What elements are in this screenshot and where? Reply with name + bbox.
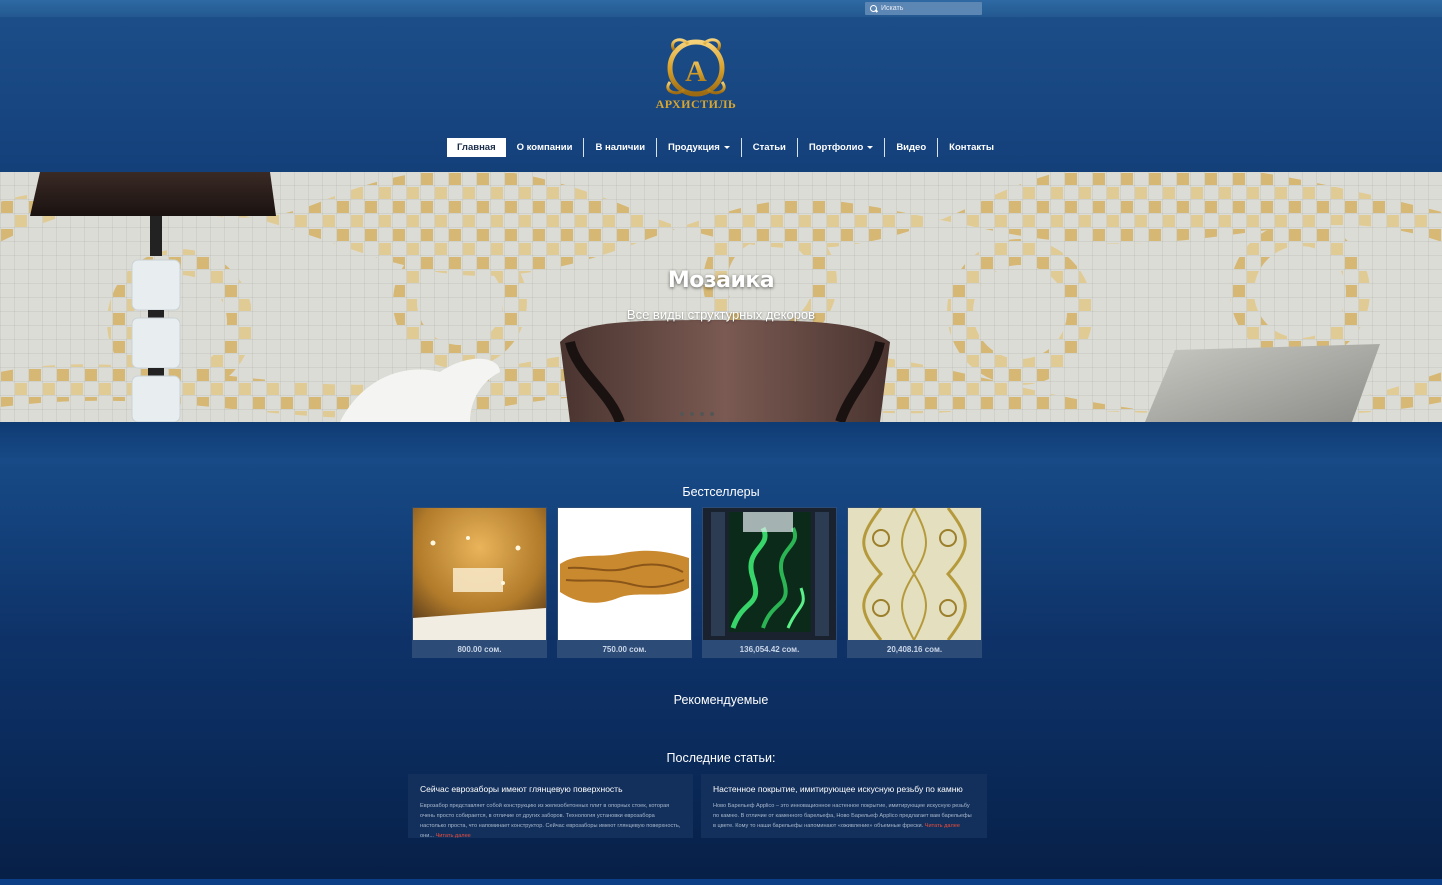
footer-bar <box>0 879 1442 885</box>
main-nav: Главная О компании В наличии Продукция С… <box>447 138 1005 157</box>
search-box[interactable] <box>865 2 982 15</box>
article-excerpt: Еврозабор представляет собой конструкцию… <box>420 801 681 841</box>
site-logo[interactable]: А АРХИСТИЛЬ <box>648 36 744 114</box>
slider-dot[interactable] <box>690 412 694 416</box>
chevron-down-icon <box>723 145 730 149</box>
nav-item-portfolio[interactable]: Портфолио <box>798 138 884 157</box>
nav-item-products-label: Продукция <box>668 142 720 153</box>
slider-pagination <box>680 412 714 416</box>
article-title[interactable]: Сейчас еврозаборы имеют глянцевую поверх… <box>420 784 681 794</box>
search-icon[interactable] <box>870 4 878 13</box>
product-price: 800.00 сом. <box>457 645 502 654</box>
article-card: Настенное покрытие, имитирующее искусную… <box>701 774 987 838</box>
product-image[interactable] <box>848 508 981 640</box>
product-image[interactable] <box>558 508 691 640</box>
product-image[interactable] <box>703 508 836 640</box>
hero-image <box>0 172 1442 422</box>
nav-item-contacts[interactable]: Контакты <box>938 138 1005 157</box>
product-card[interactable]: 136,054.42 сом. <box>702 507 837 658</box>
product-price: 136,054.42 сом. <box>739 645 800 654</box>
slider-dot[interactable] <box>700 412 704 416</box>
logo-emblem-icon: А <box>666 38 726 97</box>
article-title[interactable]: Настенное покрытие, имитирующее искусную… <box>713 784 975 794</box>
product-card[interactable]: 20,408.16 сом. <box>847 507 982 658</box>
nav-item-articles[interactable]: Статьи <box>742 138 797 157</box>
read-more-link[interactable]: Читать далее <box>925 823 960 829</box>
slider-dot[interactable] <box>710 412 714 416</box>
product-card[interactable]: 750.00 сом. <box>557 507 692 658</box>
bestsellers-heading: Бестселлеры <box>682 485 760 499</box>
hero-title: Мозаика <box>667 268 775 293</box>
slider-dot[interactable] <box>680 412 684 416</box>
nav-item-portfolio-label: Портфолио <box>808 142 864 153</box>
top-bar <box>0 0 1442 17</box>
article-excerpt: Ново Барельеф Applico – это инновационно… <box>713 801 975 831</box>
nav-item-products[interactable]: Продукция <box>657 138 741 157</box>
read-more-link[interactable]: Читать далее <box>436 833 471 839</box>
recommended-heading: Рекомендуемые <box>673 693 769 707</box>
nav-item-about[interactable]: О компании <box>506 138 584 157</box>
hero-slider[interactable]: Мозаика Все виды структурных декоров <box>0 172 1442 422</box>
articles-heading: Последние статьи: <box>666 751 776 765</box>
article-card: Сейчас еврозаборы имеют глянцевую поверх… <box>408 774 693 841</box>
product-price: 20,408.16 сом. <box>886 645 943 654</box>
chevron-down-icon <box>867 145 874 149</box>
nav-item-home[interactable]: Главная <box>447 138 506 157</box>
logo-letter: А <box>685 55 707 88</box>
nav-item-in-stock[interactable]: В наличии <box>584 138 656 157</box>
product-card[interactable]: 800.00 сом. <box>412 507 547 658</box>
logo-brand-name: АРХИСТИЛЬ <box>655 97 737 111</box>
search-input[interactable] <box>881 5 976 12</box>
articles-list: Сейчас еврозаборы имеют глянцевую поверх… <box>408 774 987 841</box>
product-image[interactable] <box>413 508 546 640</box>
bestsellers-list: 800.00 сом. 750.00 сом. 136,054.42 сом. … <box>412 507 982 658</box>
hero-subtitle: Все виды структурных декоров <box>626 307 816 322</box>
nav-item-video[interactable]: Видео <box>885 138 937 157</box>
product-price: 750.00 сом. <box>602 645 647 654</box>
